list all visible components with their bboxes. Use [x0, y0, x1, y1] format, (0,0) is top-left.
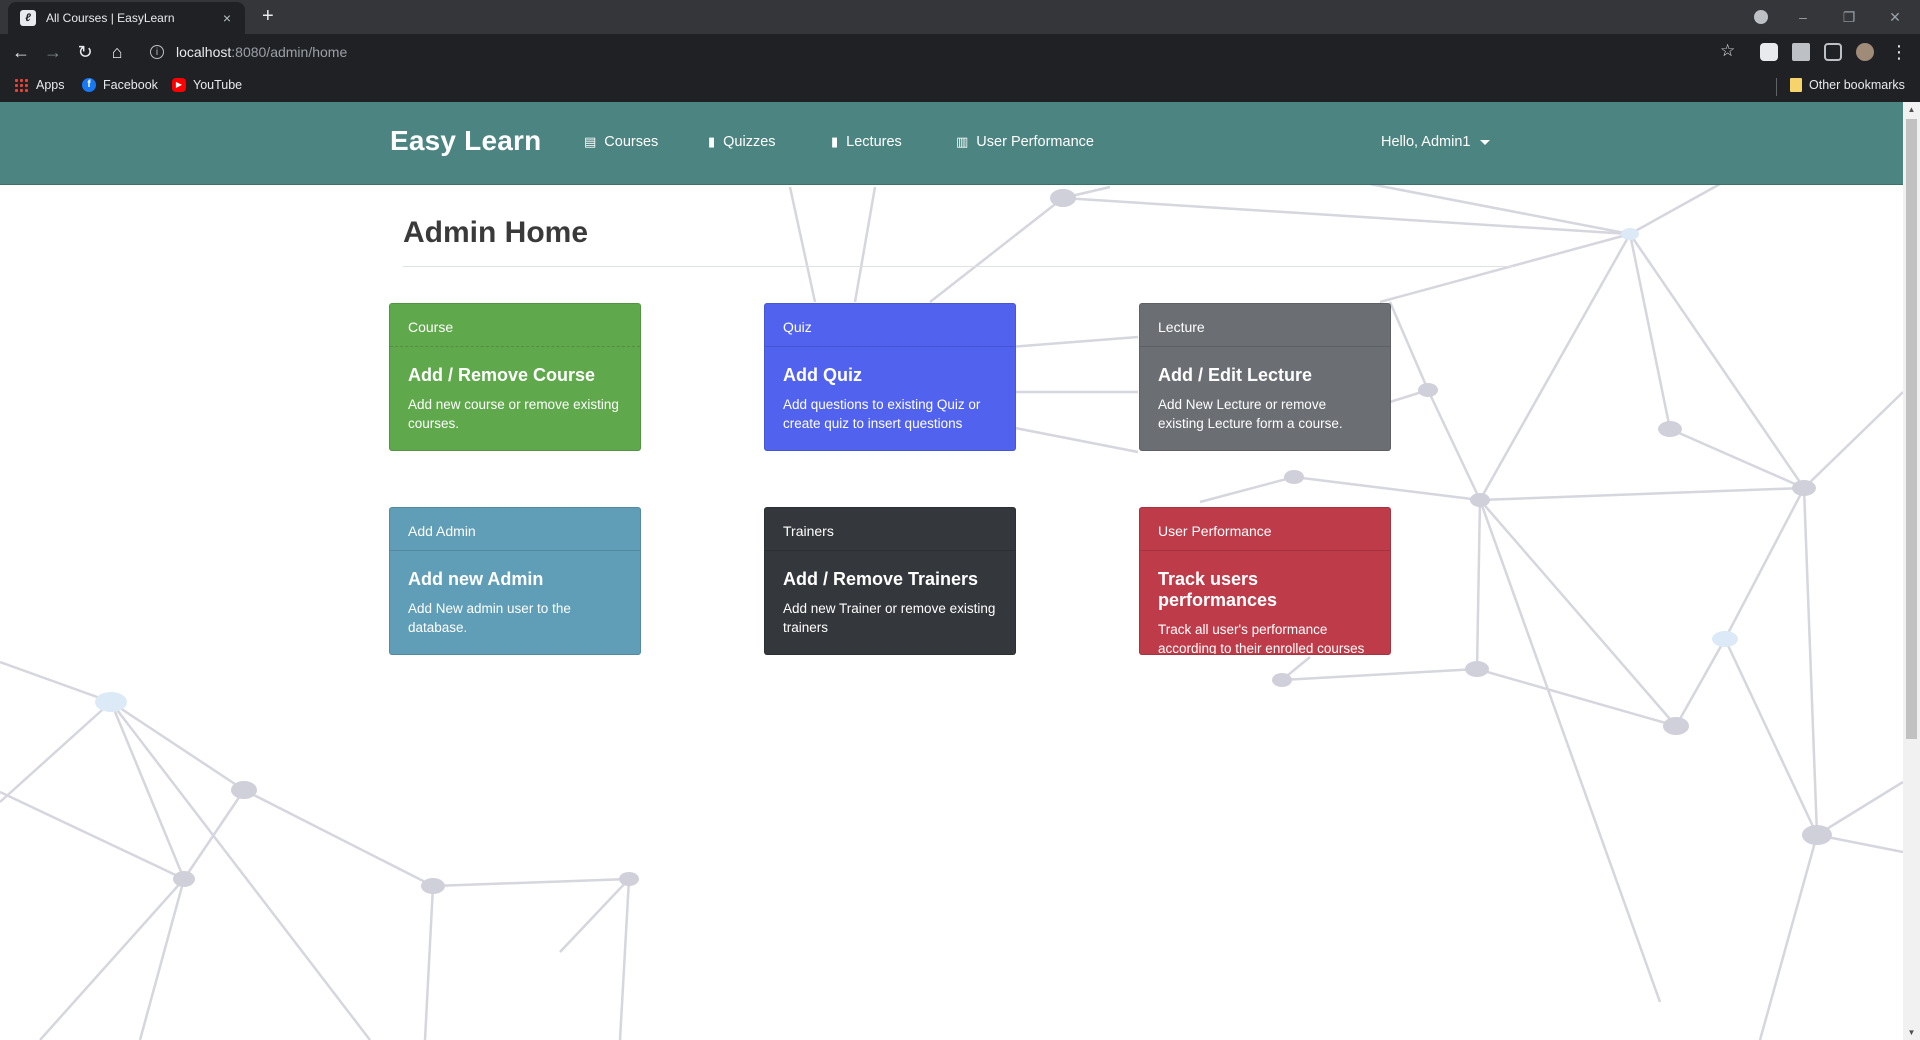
- browser-tab[interactable]: ℓ All Courses | EasyLearn ×: [8, 2, 245, 34]
- bookmark-apps[interactable]: Apps: [14, 78, 65, 92]
- bookmarks-divider: [1776, 78, 1777, 96]
- tab-search-icon[interactable]: [1754, 10, 1768, 24]
- card-title: Add new Admin: [408, 569, 544, 589]
- reload-icon[interactable]: ↻: [74, 41, 96, 63]
- minimize-button[interactable]: –: [1780, 9, 1826, 25]
- card-header: Quiz: [765, 304, 1015, 347]
- browser-toolbar: ← → ↻ ⌂ i localhost:8080/admin/home ☆ ⋮: [0, 34, 1920, 70]
- course-card[interactable]: Course Add / Remove Course Add new cours…: [389, 303, 641, 451]
- nav-quizzes[interactable]: ▮ Quizzes: [708, 134, 776, 150]
- card-header: Add Admin: [390, 508, 640, 551]
- title-divider: [403, 266, 1513, 267]
- extension-s-icon[interactable]: [1760, 43, 1778, 61]
- bookmark-youtube[interactable]: ▶ YouTube: [172, 78, 242, 92]
- scroll-down-arrow-icon[interactable]: ▼: [1903, 1028, 1920, 1037]
- home-icon[interactable]: ⌂: [106, 41, 128, 63]
- nav-courses[interactable]: ▤ Courses: [584, 134, 658, 150]
- card-text: Add questions to existing Quiz or create…: [783, 397, 981, 431]
- card-text: Add New Lecture or remove existing Lectu…: [1158, 397, 1343, 431]
- page-viewport: Easy Learn ▤ Courses ▮ Quizzes ▮ Lecture…: [0, 102, 1903, 1040]
- card-title: Track users performances: [1158, 569, 1278, 610]
- restore-button[interactable]: ❐: [1826, 9, 1872, 26]
- book-icon: ▤: [584, 134, 597, 149]
- url-host: localhost: [176, 44, 232, 60]
- quiz-card[interactable]: Quiz Add Quiz Add questions to existing …: [764, 303, 1016, 451]
- user-menu-dropdown[interactable]: Hello, Admin1: [1381, 134, 1491, 150]
- address-bar[interactable]: i localhost:8080/admin/home: [142, 38, 1772, 66]
- brand-logo[interactable]: Easy Learn: [390, 125, 541, 157]
- site-info-icon[interactable]: i: [150, 45, 164, 59]
- card-text: Add New admin user to the database.: [408, 601, 571, 635]
- new-tab-button[interactable]: +: [262, 6, 274, 26]
- apps-grid-icon: [14, 78, 28, 92]
- clipboard-icon: ▮: [831, 134, 839, 149]
- page-title: Admin Home: [403, 216, 589, 249]
- card-text: Track all user's performance according t…: [1158, 622, 1365, 655]
- browser-menu-icon[interactable]: ⋮: [1888, 41, 1910, 63]
- cast-icon[interactable]: [1824, 43, 1842, 61]
- clipboard-icon: ▮: [708, 134, 716, 149]
- top-navbar: Easy Learn ▤ Courses ▮ Quizzes ▮ Lecture…: [0, 102, 1903, 185]
- nav-user-performance[interactable]: ▥ User Performance: [956, 134, 1094, 150]
- nav-quizzes-label: Quizzes: [723, 134, 776, 150]
- bookmarks-bar: Apps f Facebook ▶ YouTube Other bookmark…: [0, 70, 1920, 102]
- bookmark-star-icon[interactable]: ☆: [1720, 41, 1735, 61]
- card-text: Add new Trainer or remove existing train…: [783, 601, 996, 635]
- profile-avatar-icon[interactable]: [1856, 43, 1874, 61]
- close-window-button[interactable]: ✕: [1872, 9, 1918, 26]
- trainers-card[interactable]: Trainers Add / Remove Trainers Add new T…: [764, 507, 1016, 655]
- bookmark-facebook[interactable]: f Facebook: [82, 78, 158, 92]
- url-path: :8080/admin/home: [231, 44, 348, 60]
- card-header: Lecture: [1140, 304, 1390, 347]
- user-performance-card[interactable]: User Performance Track users performance…: [1139, 507, 1391, 655]
- bookmark-label: Facebook: [103, 78, 158, 92]
- other-bookmarks[interactable]: Other bookmarks: [1790, 78, 1905, 92]
- add-admin-card[interactable]: Add Admin Add new Admin Add New admin us…: [389, 507, 641, 655]
- card-text: Add new course or remove existing course…: [408, 397, 619, 431]
- page-scrollbar[interactable]: ▲ ▼: [1903, 102, 1920, 1040]
- extensions-puzzle-icon[interactable]: [1792, 43, 1810, 61]
- user-greeting: Hello, Admin1: [1381, 134, 1471, 150]
- other-bookmarks-label: Other bookmarks: [1809, 78, 1905, 92]
- nav-user-performance-label: User Performance: [976, 134, 1094, 150]
- card-header: Course: [390, 304, 640, 347]
- window-controls: – ❐ ✕: [1780, 0, 1918, 34]
- tab-title: All Courses | EasyLearn: [46, 11, 175, 25]
- lecture-card[interactable]: Lecture Add / Edit Lecture Add New Lectu…: [1139, 303, 1391, 451]
- nav-lectures[interactable]: ▮ Lectures: [831, 134, 902, 150]
- caret-down-icon: [1480, 139, 1491, 145]
- browser-tab-strip: ℓ All Courses | EasyLearn × + – ❐ ✕: [0, 0, 1920, 34]
- nav-lectures-label: Lectures: [846, 134, 902, 150]
- bookmark-label: Apps: [36, 78, 65, 92]
- bookmark-label: YouTube: [193, 78, 243, 92]
- easylearn-favicon-icon: ℓ: [20, 10, 36, 26]
- back-arrow-icon[interactable]: ←: [10, 41, 32, 63]
- youtube-icon: ▶: [172, 78, 186, 92]
- scroll-up-arrow-icon[interactable]: ▲: [1903, 105, 1920, 114]
- close-tab-icon[interactable]: ×: [219, 10, 235, 26]
- folder-icon: [1790, 78, 1802, 92]
- facebook-icon: f: [82, 78, 96, 92]
- card-title: Add / Remove Course: [408, 365, 596, 385]
- nav-courses-label: Courses: [604, 134, 659, 150]
- bar-chart-icon: ▥: [956, 134, 969, 149]
- card-title: Add / Edit Lecture: [1158, 365, 1313, 385]
- card-title: Add / Remove Trainers: [783, 569, 979, 589]
- card-title: Add Quiz: [783, 365, 862, 385]
- scrollbar-thumb[interactable]: [1906, 119, 1917, 739]
- card-header: Trainers: [765, 508, 1015, 551]
- forward-arrow-icon[interactable]: →: [42, 41, 64, 63]
- card-header: User Performance: [1140, 508, 1390, 551]
